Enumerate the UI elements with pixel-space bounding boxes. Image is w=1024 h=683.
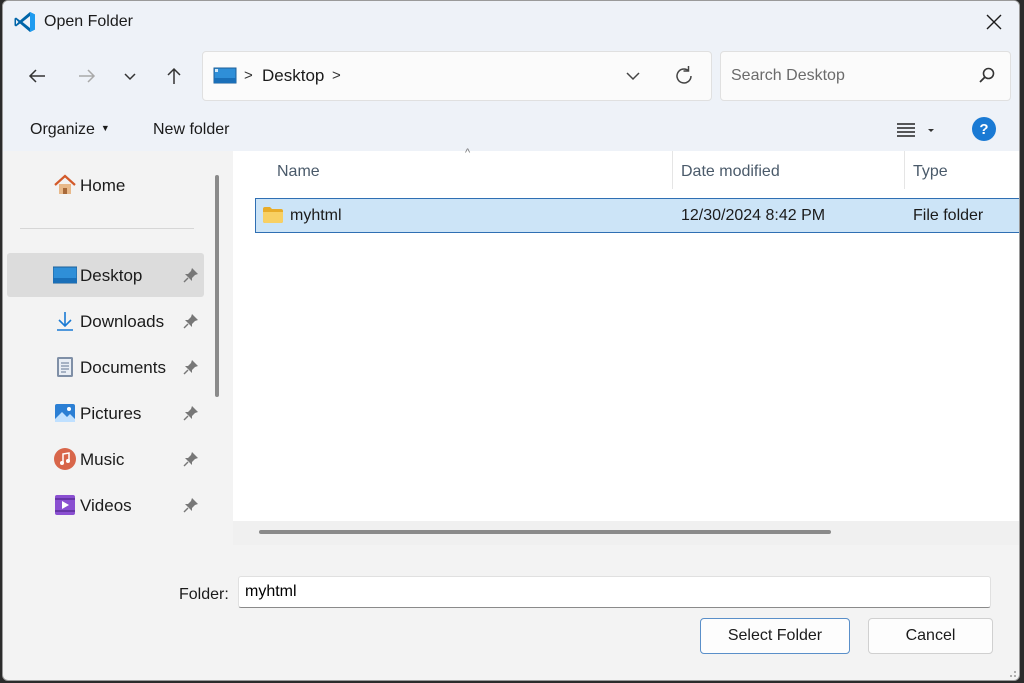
breadcrumb-expand[interactable]: > [332,67,341,84]
sort-ascending-icon: ^ [465,147,471,159]
organize-label: Organize [30,121,95,138]
navigation-pane: Home Desktop Downloads Documents Picture… [3,151,231,545]
view-options-button[interactable] [891,118,939,142]
sidebar-item-pictures[interactable]: Pictures [7,391,204,435]
file-list: ^ Name Date modified Type myhtml 12/30/2… [233,147,1019,545]
sidebar-item-documents[interactable]: Documents [7,345,204,389]
column-divider[interactable] [672,151,673,189]
address-history-button[interactable] [621,64,645,88]
pin-icon [183,360,198,375]
refresh-button[interactable] [671,63,697,89]
column-header-type[interactable]: Type [913,163,948,181]
column-header-date-modified[interactable]: Date modified [681,163,780,181]
file-row[interactable]: myhtml 12/30/2024 8:42 PM File folder [255,198,1019,233]
pictures-icon [55,404,75,422]
column-header-name[interactable]: Name [277,163,320,181]
sidebar-item-label: Music [80,450,125,469]
pin-icon [183,498,198,513]
sidebar-item-desktop[interactable]: Desktop [7,253,204,297]
cancel-button[interactable]: Cancel [868,618,993,654]
close-button[interactable] [977,5,1011,39]
sidebar-divider [20,228,194,229]
column-divider[interactable] [904,151,905,189]
sidebar-item-downloads[interactable]: Downloads [7,299,204,343]
pin-icon [183,452,198,467]
chevron-down-icon [124,73,136,81]
view-list-icon [897,123,934,137]
close-icon [986,14,1002,30]
search-input[interactable] [729,64,963,88]
title-bar: Open Folder [3,1,1019,43]
sidebar-item-label: Documents [80,358,166,377]
vscode-icon [14,12,35,32]
folder-name-input[interactable] [238,576,991,608]
search-box[interactable] [720,51,1011,101]
sidebar-item-label: Home [80,176,126,195]
new-folder-button[interactable]: New folder [153,121,229,139]
file-type: File folder [913,207,984,224]
home-icon [54,174,76,194]
pin-icon [183,314,198,329]
caret-down-icon: ▼ [100,123,110,133]
file-name: myhtml [290,207,342,224]
videos-icon [55,495,75,515]
download-icon [57,312,73,331]
recent-locations-button[interactable] [115,61,145,91]
help-button[interactable]: ? [972,117,996,141]
music-icon [54,448,76,470]
navigation-bar: > Desktop > [3,43,1019,107]
forward-button[interactable] [72,61,102,91]
horizontal-scrollbar-thumb[interactable] [259,530,831,534]
pin-icon [183,268,198,283]
folder-label: Folder: [179,586,229,603]
chevron-down-icon [626,72,640,81]
folder-icon [263,207,283,223]
window-title: Open Folder [44,13,133,30]
sidebar-item-music[interactable]: Music [7,437,204,481]
breadcrumb-separator: > [244,67,253,84]
command-bar: Organize ▼ New folder ? [3,107,1019,151]
resize-grip-icon[interactable] [1005,666,1017,678]
search-icon [979,67,995,83]
up-button[interactable] [159,61,189,91]
desktop-icon [213,67,237,84]
organize-button[interactable]: Organize ▼ [30,121,110,139]
sidebar-item-label: Videos [80,496,132,515]
open-folder-dialog: Open Folder > Desktop > Search Desktop O… [2,0,1020,681]
sidebar-item-label: Downloads [80,312,165,331]
sidebar-item-label: Desktop [80,266,143,285]
refresh-icon [676,66,692,84]
arrow-left-icon [28,69,45,83]
document-icon [57,357,73,377]
sidebar-scrollbar[interactable] [215,175,219,397]
arrow-up-icon [167,67,181,84]
back-button[interactable] [22,61,52,91]
desktop-icon [53,266,77,284]
select-folder-button[interactable]: Select Folder [700,618,850,654]
file-date-modified: 12/30/2024 8:42 PM [681,207,826,224]
help-icon: ? [972,117,996,141]
arrow-right-icon [79,69,96,83]
svg-text:?: ? [979,121,988,138]
sidebar-item-home[interactable]: Home [53,173,125,197]
sidebar-item-videos[interactable]: Videos [7,483,204,527]
sidebar-item-label: Pictures [80,404,142,423]
address-bar[interactable]: > Desktop > [202,51,712,101]
pin-icon [183,406,198,421]
breadcrumb-desktop[interactable]: Desktop [262,66,324,86]
